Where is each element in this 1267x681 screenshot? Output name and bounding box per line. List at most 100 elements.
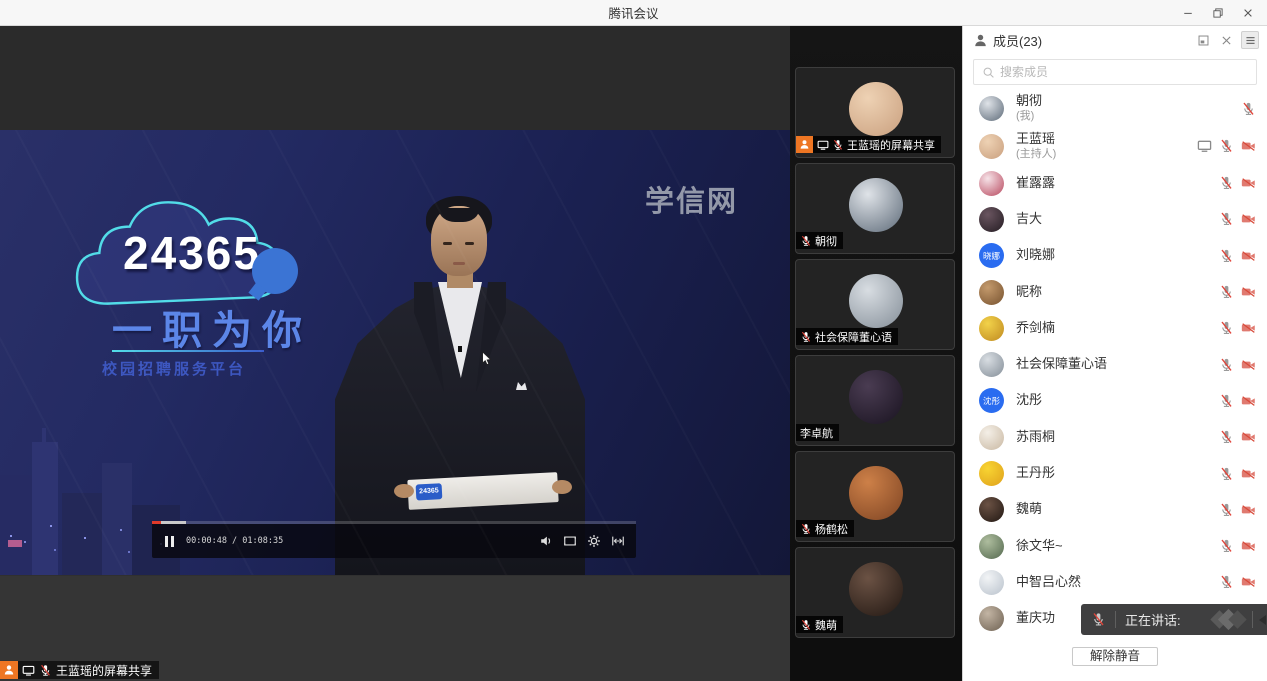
video-thumbnail[interactable]: 朝彻 xyxy=(795,163,955,254)
member-avatar xyxy=(979,497,1004,522)
camera-off-icon[interactable] xyxy=(1241,393,1256,408)
settings-gear-icon[interactable] xyxy=(587,534,601,548)
member-avatar xyxy=(979,134,1004,159)
thumbnail-avatar xyxy=(849,370,903,424)
member-name: 徐文华~ xyxy=(1016,539,1063,554)
thumbnail-label: 李卓航 xyxy=(800,425,833,441)
member-row[interactable]: 乔剑楠 xyxy=(963,310,1267,346)
presenter-figure: 24365 xyxy=(330,196,590,575)
mic-muted-icon[interactable] xyxy=(1219,575,1234,590)
thumbnail-avatar xyxy=(849,562,903,616)
thumbnail-avatar xyxy=(849,178,903,232)
thumbnail-strip: 王蓝瑶的屏幕共享 朝彻 社会保障董心语 xyxy=(790,26,962,681)
video-thumbnail[interactable]: 杨鹤松 xyxy=(795,451,955,542)
title-bar: 腾讯会议 xyxy=(0,0,1267,26)
restore-button[interactable] xyxy=(1203,0,1233,26)
camera-off-icon[interactable] xyxy=(1241,575,1256,590)
member-row[interactable]: 社会保障董心语 xyxy=(963,346,1267,382)
sharer-person-badge xyxy=(0,661,18,679)
mirror-mode-icon[interactable] xyxy=(563,534,577,548)
member-row[interactable]: 王丹彤 xyxy=(963,455,1267,491)
member-search xyxy=(973,59,1257,85)
member-name: 中智吕心然 xyxy=(1016,575,1081,590)
shared-video-content: 学信网 24365 一职为你 校园招聘服务平台 24365 xyxy=(0,130,790,575)
member-name: 沈彤 xyxy=(1016,393,1042,408)
camera-off-icon[interactable] xyxy=(1241,430,1256,445)
pause-button[interactable] xyxy=(165,536,174,547)
close-panel-icon[interactable] xyxy=(1218,32,1234,48)
member-row[interactable]: 崔露露 xyxy=(963,165,1267,201)
mic-muted-icon[interactable] xyxy=(1241,101,1256,116)
mic-muted-icon[interactable] xyxy=(1219,321,1234,336)
mic-muted-icon[interactable] xyxy=(1219,139,1234,154)
mic-muted-icon[interactable] xyxy=(1219,502,1234,517)
member-avatar xyxy=(979,171,1004,196)
popout-panel-icon[interactable] xyxy=(1195,32,1211,48)
search-input[interactable] xyxy=(1000,65,1256,79)
papers-logo: 24365 xyxy=(416,483,443,500)
thumbnail-label-bar: 李卓航 xyxy=(796,424,839,441)
member-name: 董庆功 xyxy=(1016,611,1055,626)
mic-muted-icon[interactable] xyxy=(1219,466,1234,481)
member-avatar xyxy=(979,606,1004,631)
member-name: 乔剑楠 xyxy=(1016,321,1055,336)
mic-muted-icon[interactable] xyxy=(1219,176,1234,191)
minimize-button[interactable] xyxy=(1173,0,1203,26)
mic-muted-icon[interactable] xyxy=(1219,393,1234,408)
camera-off-icon[interactable] xyxy=(1241,466,1256,481)
thumbnail-label-bar: 魏萌 xyxy=(796,616,843,633)
fullwidth-icon[interactable] xyxy=(611,534,625,548)
member-name: 朝彻 xyxy=(1016,94,1042,109)
window-title: 腾讯会议 xyxy=(0,3,1267,22)
camera-off-icon[interactable] xyxy=(1241,212,1256,227)
unmute-button[interactable]: 解除静音 xyxy=(1072,647,1158,666)
member-avatar: 晓娜 xyxy=(979,243,1004,268)
playback-time: 00:00:48 / 01:08:35 xyxy=(186,536,283,546)
video-thumbnail[interactable]: 王蓝瑶的屏幕共享 xyxy=(795,67,955,158)
member-row[interactable]: 朝彻 (我) xyxy=(963,90,1267,128)
speaker-logo-icon xyxy=(1213,612,1244,627)
mic-muted-icon xyxy=(800,619,812,631)
member-row[interactable]: 晓娜 刘晓娜 xyxy=(963,238,1267,274)
member-row[interactable]: 中智吕心然 xyxy=(963,564,1267,600)
collapse-arrow-icon[interactable] xyxy=(1259,615,1266,625)
member-row[interactable]: 魏萌 xyxy=(963,492,1267,528)
member-row[interactable]: 昵称 xyxy=(963,274,1267,310)
camera-off-icon[interactable] xyxy=(1241,176,1256,191)
camera-off-icon[interactable] xyxy=(1241,139,1256,154)
member-name: 魏萌 xyxy=(1016,502,1042,517)
video-thumbnail[interactable]: 社会保障董心语 xyxy=(795,259,955,350)
screen-share-icon xyxy=(22,664,35,677)
volume-icon[interactable] xyxy=(539,534,553,548)
member-name: 社会保障董心语 xyxy=(1016,357,1107,372)
mic-muted-icon[interactable] xyxy=(1219,430,1234,445)
member-row[interactable]: 徐文华~ xyxy=(963,528,1267,564)
mic-muted-icon[interactable] xyxy=(1219,285,1234,300)
panel-menu-icon[interactable] xyxy=(1241,31,1259,49)
camera-off-icon[interactable] xyxy=(1241,502,1256,517)
member-row[interactable]: 苏雨桐 xyxy=(963,419,1267,455)
camera-off-icon[interactable] xyxy=(1241,357,1256,372)
mic-muted-icon[interactable] xyxy=(1219,357,1234,372)
member-avatar xyxy=(979,425,1004,450)
camera-off-icon[interactable] xyxy=(1241,285,1256,300)
mic-muted-icon[interactable] xyxy=(1219,248,1234,263)
member-name: 崔露露 xyxy=(1016,176,1055,191)
close-button[interactable] xyxy=(1233,0,1263,26)
member-row[interactable]: 王蓝瑶 (主持人) xyxy=(963,128,1267,166)
member-row[interactable]: 沈彤 沈彤 xyxy=(963,383,1267,419)
mic-muted-icon[interactable] xyxy=(1219,212,1234,227)
video-thumbnail[interactable]: 魏萌 xyxy=(795,547,955,638)
search-icon xyxy=(982,66,995,79)
slogan-text: 一职为你 xyxy=(112,298,312,356)
camera-off-icon[interactable] xyxy=(1241,248,1256,263)
mic-muted-icon xyxy=(832,139,844,151)
video-thumbnail[interactable]: 李卓航 xyxy=(795,355,955,446)
camera-off-icon[interactable] xyxy=(1241,321,1256,336)
sharer-name: 王蓝瑶的屏幕共享 xyxy=(56,662,152,679)
member-row[interactable]: 吉大 xyxy=(963,201,1267,237)
member-avatar xyxy=(979,207,1004,232)
camera-off-icon[interactable] xyxy=(1241,539,1256,554)
mic-muted-icon[interactable] xyxy=(1219,539,1234,554)
person-icon xyxy=(3,664,15,676)
